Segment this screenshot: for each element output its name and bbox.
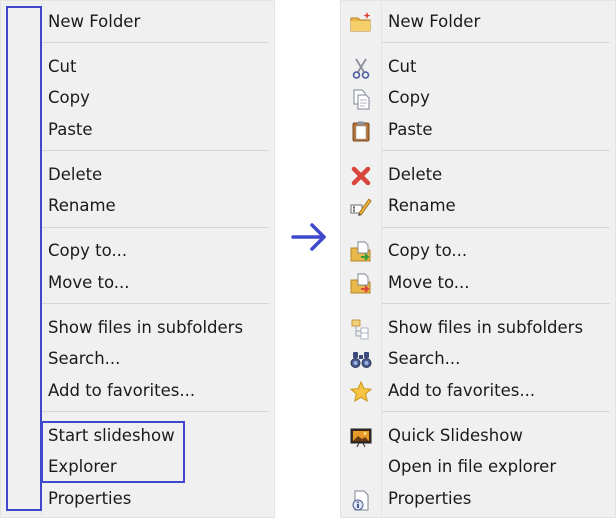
menu-item-label: Move to... — [388, 273, 470, 292]
menu-item-label: Move to... — [48, 273, 130, 292]
star-icon — [349, 380, 373, 403]
menu-item-label: New Folder — [388, 12, 481, 31]
context-menu-after: New Folder Cut Copy Paste Delete Rename … — [340, 0, 616, 518]
new-folder-icon — [350, 12, 371, 32]
menu-separator — [382, 150, 610, 151]
menu-separator — [382, 42, 610, 43]
menu-item-label: Copy to... — [388, 241, 468, 260]
menu-item-label: Copy — [388, 88, 430, 107]
menu-separator — [42, 303, 269, 304]
menu-item-new-folder[interactable]: New Folder — [341, 7, 615, 38]
scissors-icon — [352, 58, 370, 79]
menu-item-properties[interactable]: Properties — [341, 484, 615, 515]
menu-item-delete[interactable]: Delete — [341, 160, 615, 191]
menu-item-move-to[interactable]: Move to... — [341, 268, 615, 299]
menu-item-label: Search... — [48, 349, 121, 368]
menu-item-label: Rename — [388, 196, 456, 215]
menu-item-label: Show files in subfolders — [48, 318, 244, 337]
menu-item-add-to-favorites[interactable]: Add to favorites... — [341, 376, 615, 407]
menu-item-label: Properties — [388, 489, 472, 508]
menu-separator — [42, 411, 269, 412]
menu-item-label: Show files in subfolders — [388, 318, 584, 337]
menu-item-label: Delete — [388, 165, 443, 184]
menu-item-label: Add to favorites... — [48, 381, 196, 400]
menu-separator — [42, 150, 269, 151]
empty-icon-gutter-highlight — [6, 6, 42, 511]
menu-item-label: Properties — [48, 489, 132, 508]
menu-item-quick-slideshow[interactable]: Quick Slideshow — [341, 421, 615, 452]
menu-item-label: Open in file explorer — [388, 457, 557, 476]
menu-separator — [382, 411, 610, 412]
menu-item-label: Quick Slideshow — [388, 426, 523, 445]
arrow-right-icon — [291, 223, 326, 251]
menu-item-label: Search... — [388, 349, 461, 368]
properties-icon — [352, 490, 369, 511]
rename-pencil-icon — [350, 198, 372, 216]
subfolder-files-icon — [351, 319, 369, 340]
menu-separator — [42, 42, 269, 43]
menu-item-label: Paste — [48, 120, 93, 139]
menu-item-label: Delete — [48, 165, 103, 184]
menu-item-rename[interactable]: Rename — [341, 191, 615, 222]
menu-separator — [382, 303, 610, 304]
binoculars-icon — [350, 352, 372, 368]
move-to-folder-icon — [350, 273, 371, 294]
menu-separator — [382, 227, 610, 228]
menu-item-label: New Folder — [48, 12, 141, 31]
menu-item-show-files-in-subfolders[interactable]: Show files in subfolders — [341, 313, 615, 344]
menu-item-label: Cut — [388, 57, 417, 76]
menu-item-label: Copy to... — [48, 241, 128, 260]
menu-item-label: Rename — [48, 196, 116, 215]
menu-item-label: Add to favorites... — [388, 381, 536, 400]
menu-item-open-in-file-explorer[interactable]: Open in file explorer — [341, 452, 615, 483]
clipboard-icon — [352, 121, 370, 142]
copy-to-folder-icon — [350, 241, 371, 262]
menu-item-label: Paste — [388, 120, 433, 139]
delete-x-icon — [351, 166, 371, 186]
slideshow-icon — [350, 428, 372, 448]
copy-icon — [353, 89, 370, 110]
menu-item-cut[interactable]: Cut — [341, 52, 615, 83]
menu-separator — [42, 227, 269, 228]
menu-item-label: Cut — [48, 57, 77, 76]
menu-item-paste[interactable]: Paste — [341, 115, 615, 146]
menu-item-copy-to[interactable]: Copy to... — [341, 236, 615, 267]
menu-item-search[interactable]: Search... — [341, 344, 615, 375]
menu-item-label: Copy — [48, 88, 90, 107]
context-menu-before: New Folder Cut Copy Paste Delete Rename … — [0, 0, 275, 518]
inconsistent-labels-highlight — [41, 421, 185, 483]
menu-item-copy[interactable]: Copy — [341, 83, 615, 114]
